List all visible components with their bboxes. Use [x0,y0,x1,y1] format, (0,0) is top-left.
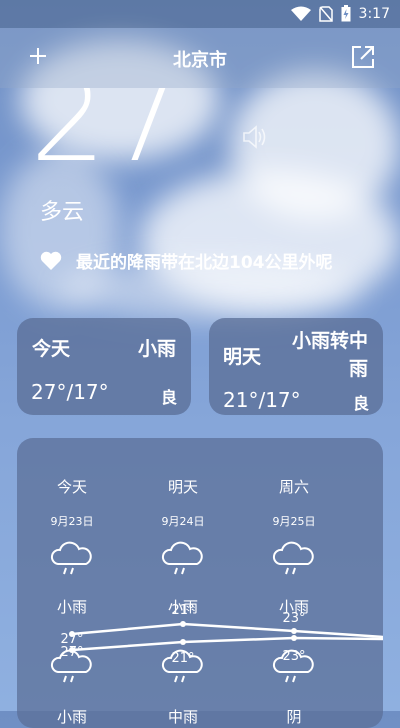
top-bar: 北京市 [0,28,400,88]
tomorrow-card-air-quality: 良 [352,394,369,413]
current-condition: 多云 [40,200,85,225]
city-title: 北京市 [173,50,227,71]
high-temp-line [71,622,383,639]
voice-broadcast-button[interactable] [240,122,270,152]
share-button[interactable] [350,44,376,70]
rain-notice[interactable]: 最近的降雨带在北边104公里外呢 [40,248,333,273]
temperature-trend-chart: 27° 27° 21° 21° 23° 23° [60,603,383,666]
low-temp-label: 21° [171,651,194,666]
wifi-icon [290,6,311,21]
heart-icon [40,251,62,270]
status-time: 3:17 [358,5,390,22]
today-card-label: 今天 [32,338,71,360]
high-temp-label: 23° [282,611,305,626]
low-temp-point [180,639,186,645]
today-card[interactable]: 今天 小雨 27°/17° 良 [17,318,191,415]
today-card-range: 27°/17° [31,380,109,404]
share-icon [352,46,374,68]
status-bar: 3:17 [0,0,400,28]
today-card-air-quality: 良 [160,388,177,407]
tomorrow-card-condition-line2: 雨 [348,358,368,380]
no-sim-icon [318,5,333,22]
low-temp-point [291,635,297,641]
low-temp-line [71,636,383,652]
low-temp-label: 27° [60,645,83,660]
low-temp-label: 23° [282,649,305,664]
today-card-condition: 小雨 [137,338,176,360]
forecast-panel[interactable]: 今天 9月23日 小雨 小雨 明天 9月24日 小雨 中雨 周六 9月25日 小… [17,438,383,728]
high-temp-point [180,621,186,627]
speaker-icon [243,125,266,149]
tomorrow-card-range: 21°/17° [223,388,301,412]
tomorrow-card[interactable]: 明天 小雨转中 雨 21°/17° 良 [209,318,383,415]
tomorrow-card-label: 明天 [223,346,262,368]
high-temp-point [291,628,297,634]
rain-notice-text: 最近的降雨带在北边104公里外呢 [76,253,333,273]
high-temp-label: 21° [171,603,194,618]
tomorrow-card-condition-line1: 小雨转中 [291,330,368,352]
battery-charging-icon [341,5,351,22]
